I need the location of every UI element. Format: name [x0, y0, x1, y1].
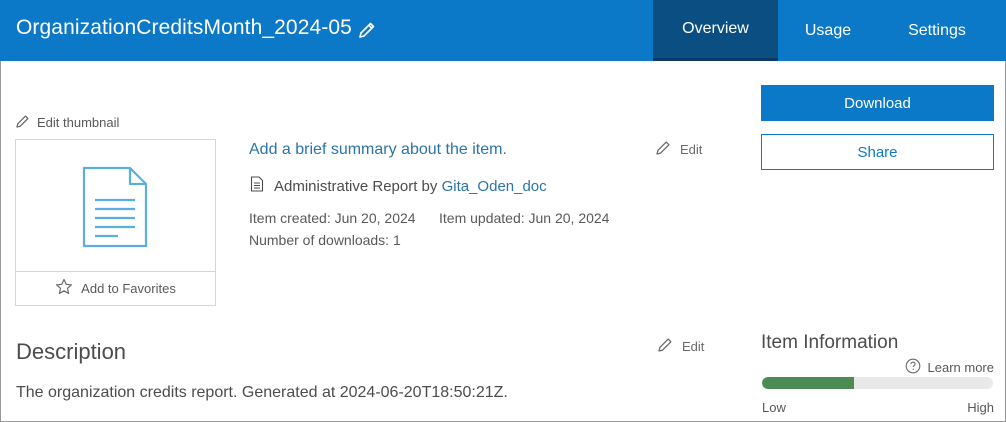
- tab-settings[interactable]: Settings: [878, 0, 996, 61]
- edit-summary-button[interactable]: Edit: [655, 139, 702, 159]
- report-icon: [250, 176, 264, 196]
- tab-usage[interactable]: Usage: [778, 0, 878, 61]
- item-type-row: Administrative Report by Gita_Oden_doc: [250, 176, 547, 196]
- meter-low-label: Low: [762, 400, 786, 415]
- share-button[interactable]: Share: [761, 134, 994, 170]
- pencil-icon: [15, 113, 31, 132]
- item-title: OrganizationCreditsMonth_2024-05: [16, 16, 352, 39]
- add-to-favorites-button[interactable]: Add to Favorites: [16, 271, 215, 305]
- edit-title-pencil-icon[interactable]: [357, 20, 377, 40]
- pencil-icon: [655, 139, 672, 159]
- item-information-heading: Item Information: [761, 332, 899, 353]
- description-heading: Description: [16, 339, 127, 364]
- item-created: Item created: Jun 20, 2024: [249, 210, 416, 226]
- edit-label: Edit: [680, 141, 703, 157]
- learn-more-link[interactable]: Learn more: [905, 358, 994, 377]
- pencil-icon: [657, 336, 674, 356]
- star-icon: [55, 278, 73, 299]
- edit-thumbnail-label: Edit thumbnail: [37, 115, 120, 130]
- document-icon: [82, 166, 148, 248]
- download-count: Number of downloads: 1: [249, 232, 401, 248]
- add-summary-link[interactable]: Add a brief summary about the item.: [249, 141, 507, 159]
- learn-more-label: Learn more: [927, 360, 994, 375]
- item-information-meter-fill: [762, 377, 855, 389]
- meter-high-label: High: [967, 400, 994, 415]
- edit-label: Edit: [682, 338, 705, 354]
- owner-link[interactable]: Gita_Oden_doc: [442, 178, 547, 195]
- edit-description-button[interactable]: Edit: [657, 336, 704, 356]
- item-type-text: Administrative Report by: [274, 177, 438, 195]
- item-information-meter: [762, 377, 993, 389]
- item-updated: Item updated: Jun 20, 2024: [439, 210, 610, 226]
- favorites-label: Add to Favorites: [81, 281, 176, 296]
- item-thumbnail: Add to Favorites: [15, 139, 216, 306]
- item-header: OrganizationCreditsMonth_2024-05 Overvie…: [0, 0, 1006, 61]
- tab-overview[interactable]: Overview: [653, 0, 778, 61]
- download-button[interactable]: Download: [761, 85, 994, 121]
- edit-thumbnail-link[interactable]: Edit thumbnail: [15, 113, 119, 132]
- description-text: The organization credits report. Generat…: [16, 384, 508, 401]
- help-circle-icon: [905, 358, 921, 377]
